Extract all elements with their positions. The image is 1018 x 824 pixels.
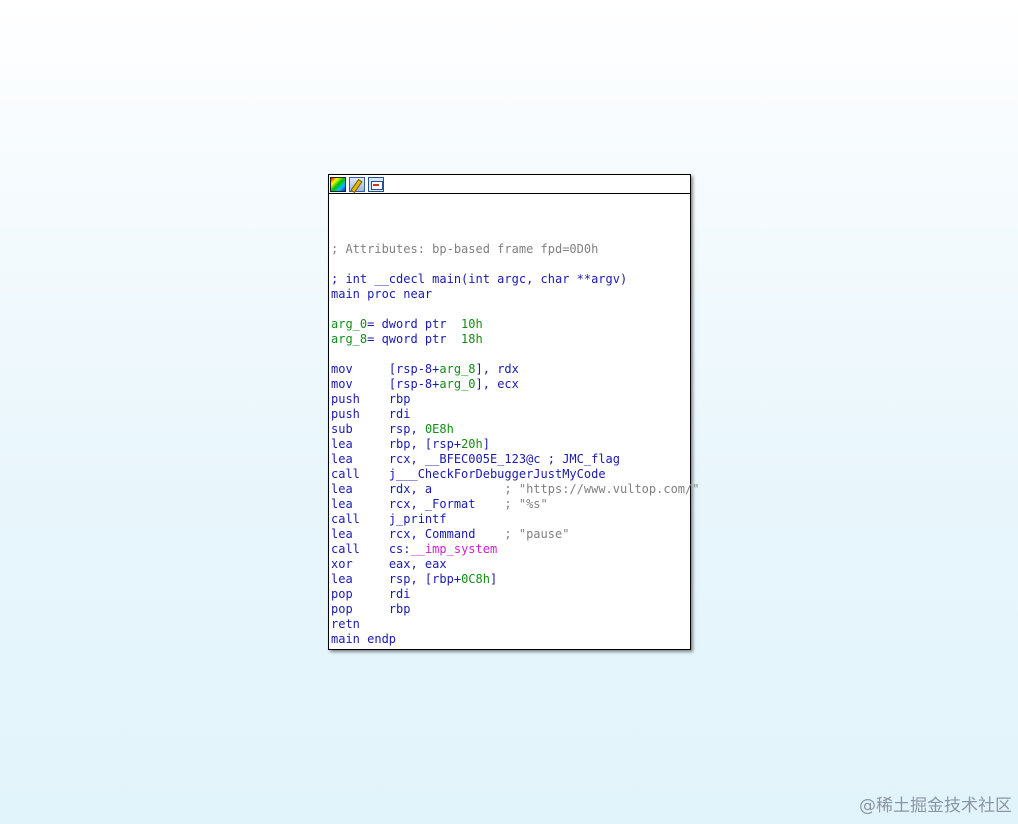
mnemonic: push: [331, 407, 360, 421]
instruction-line[interactable]: push rbp: [331, 392, 690, 407]
operand[interactable]: rcx, _Format: [389, 497, 505, 511]
string-comment: ; "%s": [504, 497, 548, 511]
operand-imm: 0E8h: [424, 422, 454, 436]
instruction-line[interactable]: lea rdx, a ; "https://www.vultop.com/": [331, 482, 699, 497]
call-target[interactable]: j___CheckForDebuggerJustMyCode: [389, 467, 606, 481]
mnemonic: push: [331, 392, 360, 406]
arg-8-name[interactable]: arg_8: [331, 332, 367, 346]
instruction-line[interactable]: lea rsp, [rbp+0C8h]: [331, 572, 690, 587]
mnemonic: mov: [331, 362, 353, 376]
operand: rdi: [388, 407, 411, 421]
arg-8-decl: = qword ptr: [367, 332, 462, 346]
graph-view-icon[interactable]: [368, 176, 384, 192]
operand: ], ecx: [475, 377, 519, 391]
instruction-line[interactable]: retn: [331, 617, 690, 632]
import-symbol[interactable]: __imp_system: [411, 542, 498, 556]
mnemonic: call: [331, 512, 360, 526]
arg-8-offset: 18h: [461, 332, 483, 346]
string-comment: ; "https://www.vultop.com/": [504, 482, 700, 496]
operand: rsp,: [388, 422, 425, 436]
operand-var[interactable]: arg_8: [439, 362, 475, 376]
instruction-line[interactable]: call cs:__imp_system: [331, 542, 690, 557]
operand: ]: [482, 437, 490, 451]
mnemonic: call: [331, 542, 360, 556]
mnemonic: lea: [331, 572, 353, 586]
proc-start[interactable]: main proc near: [331, 287, 690, 302]
operand: rsp, [rbp+: [388, 572, 462, 586]
arg-decl-row: arg_0= dword ptr 10h: [331, 317, 690, 332]
color-palette-icon[interactable]: [330, 176, 346, 192]
instruction-line[interactable]: xor eax, eax: [331, 557, 690, 572]
watermark: @稀土掘金技术社区: [859, 796, 1012, 816]
mnemonic: lea: [331, 497, 353, 511]
operand-var[interactable]: arg_0: [439, 377, 475, 391]
mnemonic: lea: [331, 437, 353, 451]
attributes-comment: ; Attributes: bp-based frame fpd=0D0h: [331, 242, 599, 256]
instruction-line[interactable]: lea rcx, _Format ; "%s": [331, 497, 690, 512]
instruction-line[interactable]: pop rbp: [331, 602, 690, 617]
disassembly-listing[interactable]: ; Attributes: bp-based frame fpd=0D0h ; …: [329, 194, 699, 647]
mnemonic: retn: [331, 617, 360, 631]
instruction-line[interactable]: pop rdi: [331, 587, 690, 602]
mnemonic: sub: [331, 422, 353, 436]
operand-imm: 0C8h: [461, 572, 490, 586]
operand: [rsp-8+: [388, 362, 440, 376]
operand[interactable]: rdx, a: [389, 482, 505, 496]
instruction-line[interactable]: mov [rsp-8+arg_0], ecx: [331, 377, 690, 392]
mnemonic: pop: [331, 587, 353, 601]
arg-decl-row: arg_8= qword ptr 18h: [331, 332, 690, 347]
instruction-line[interactable]: mov [rsp-8+arg_8], rdx: [331, 362, 690, 377]
arg-0-decl: = dword ptr: [367, 317, 462, 331]
rename-icon[interactable]: [349, 176, 365, 192]
instruction-line[interactable]: sub rsp, 0E8h: [331, 422, 690, 437]
node-toolbar: [329, 175, 690, 194]
mnemonic: xor: [331, 557, 353, 571]
instruction-line[interactable]: push rdi: [331, 407, 690, 422]
mnemonic: lea: [331, 527, 353, 541]
operand: rbp: [388, 392, 411, 406]
instruction-line[interactable]: lea rcx, Command ; "pause": [331, 527, 690, 542]
mnemonic: mov: [331, 377, 353, 391]
operand-imm: 20h: [461, 437, 483, 451]
instruction-line[interactable]: call j_printf: [331, 512, 690, 527]
operand: eax, eax: [388, 557, 447, 571]
string-comment: ; "pause": [504, 527, 570, 541]
operand: rbp: [388, 602, 411, 616]
arg-0-name[interactable]: arg_0: [331, 317, 367, 331]
call-target[interactable]: j_printf: [389, 512, 447, 526]
arg-0-offset: 10h: [461, 317, 483, 331]
mnemonic: lea: [331, 482, 353, 496]
operand[interactable]: rcx, __BFEC005E_123@c ; JMC_flag: [389, 452, 620, 466]
mnemonic: pop: [331, 602, 353, 616]
instruction-line[interactable]: lea rbp, [rsp+20h]: [331, 437, 690, 452]
operand: ]: [489, 572, 498, 586]
mnemonic: call: [331, 467, 360, 481]
operand: [rsp-8+: [388, 377, 440, 391]
proc-end[interactable]: main endp: [331, 632, 690, 647]
operand: cs:: [388, 542, 411, 556]
operand[interactable]: rcx, Command: [389, 527, 505, 541]
operand: rdi: [388, 587, 411, 601]
function-signature: ; int __cdecl main(int argc, char **argv…: [331, 272, 628, 286]
mnemonic: lea: [331, 452, 353, 466]
graph-node-main[interactable]: ; Attributes: bp-based frame fpd=0D0h ; …: [328, 174, 699, 650]
operand: ], rdx: [475, 362, 519, 376]
instruction-line[interactable]: call j___CheckForDebuggerJustMyCode: [331, 467, 690, 482]
instruction-line[interactable]: lea rcx, __BFEC005E_123@c ; JMC_flag: [331, 452, 690, 467]
operand: rbp, [rsp+: [388, 437, 462, 451]
